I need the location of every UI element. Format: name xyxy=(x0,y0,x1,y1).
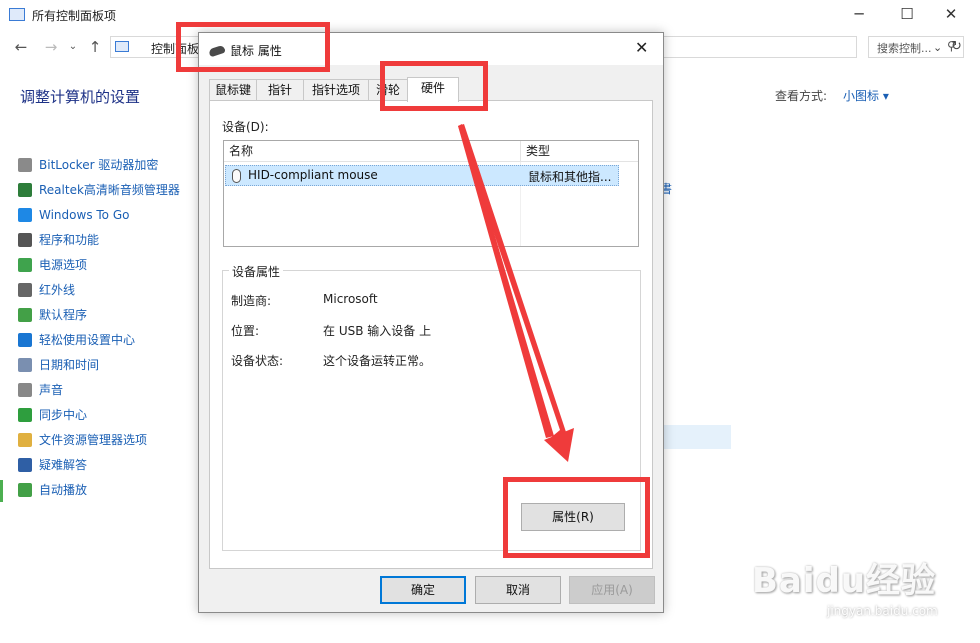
tab-hardware[interactable]: 硬件 xyxy=(407,77,459,102)
baidu-watermark-logo: Baidu经验 xyxy=(752,561,937,601)
watermark-url: jingyan.baidu.com xyxy=(827,604,938,618)
annotation-arrow-shaft-2 xyxy=(458,124,554,438)
annotation-arrow xyxy=(458,124,574,462)
